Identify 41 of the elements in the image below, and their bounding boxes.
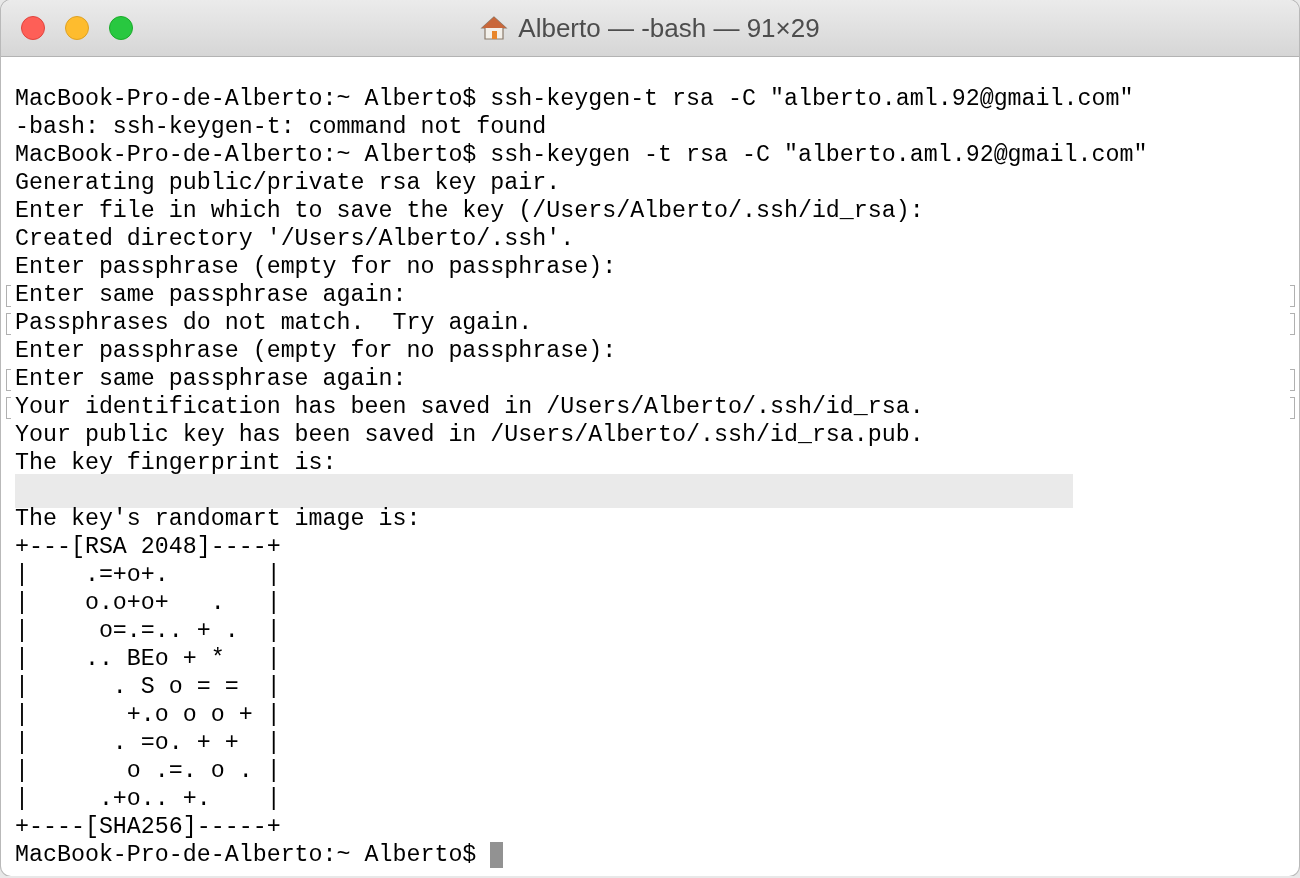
terminal-line: | . =o. + + |	[15, 729, 281, 757]
terminal-line: +---[RSA 2048]----+	[15, 533, 281, 561]
terminal-line: Enter file in which to save the key (/Users/Alberto/.ssh/id_rsa):	[15, 197, 924, 225]
terminal-line: +----[SHA256]-----+	[15, 813, 281, 841]
terminal-prompt: MacBook-Pro-de-Alberto:~ Alberto$	[15, 841, 477, 869]
terminal-line: Enter same passphrase again:	[15, 365, 407, 393]
terminal-line: Generating public/private rsa key pair.	[15, 169, 561, 197]
terminal-line: The key fingerprint is:	[15, 449, 337, 477]
zoom-button[interactable]	[109, 16, 133, 40]
terminal-line: | .+o.. +. |	[15, 785, 281, 813]
window-title: Alberto — -bash — 91×29	[518, 12, 820, 44]
bookmark-mark	[1290, 285, 1295, 307]
terminal-line: Passphrases do not match. Try again.	[15, 309, 533, 337]
bookmark-mark	[6, 285, 11, 307]
terminal-line: Your identification has been saved in /Users/Alberto/.ssh/id_rsa.	[15, 393, 924, 421]
terminal-line: | o .=. o . |	[15, 757, 281, 785]
terminal-line: MacBook-Pro-de-Alberto:~ Alberto$ ssh-keygen-t rsa -C "alberto.aml.92@gmail.com"	[15, 85, 1134, 113]
bookmark-mark	[6, 313, 11, 335]
bookmark-mark	[1290, 369, 1295, 391]
terminal-line: Created directory '/Users/Alberto/.ssh'.	[15, 225, 575, 253]
terminal-line: Enter passphrase (empty for no passphrase):	[15, 337, 617, 365]
terminal-line: The key's randomart image is:	[15, 505, 421, 533]
terminal-line: | o=.=.. + . |	[15, 617, 281, 645]
bookmark-mark	[6, 369, 11, 391]
terminal-line: | .. BEo + * |	[15, 645, 281, 673]
terminal-line: Enter same passphrase again:	[15, 281, 407, 309]
terminal-line: | o.o+o+ . |	[15, 589, 281, 617]
house-icon	[480, 15, 509, 41]
bookmark-mark	[1290, 397, 1295, 419]
terminal-line: -bash: ssh-keygen-t: command not found	[15, 113, 547, 141]
terminal-line: Enter passphrase (empty for no passphrase):	[15, 253, 617, 281]
bookmark-mark	[6, 397, 11, 419]
minimize-button[interactable]	[65, 16, 89, 40]
close-button[interactable]	[21, 16, 45, 40]
terminal-line: Your public key has been saved in /Users/Alberto/.ssh/id_rsa.pub.	[15, 421, 924, 449]
terminal-line: MacBook-Pro-de-Alberto:~ Alberto$ ssh-keygen -t rsa -C "alberto.aml.92@gmail.com"	[15, 141, 1148, 169]
bookmark-mark	[1290, 313, 1295, 335]
terminal-line: | .=+o+. |	[15, 561, 281, 589]
text-cursor	[490, 842, 504, 868]
terminal-line: | +.o o o + |	[15, 701, 281, 729]
terminal-line: | . S o = = |	[15, 673, 281, 701]
